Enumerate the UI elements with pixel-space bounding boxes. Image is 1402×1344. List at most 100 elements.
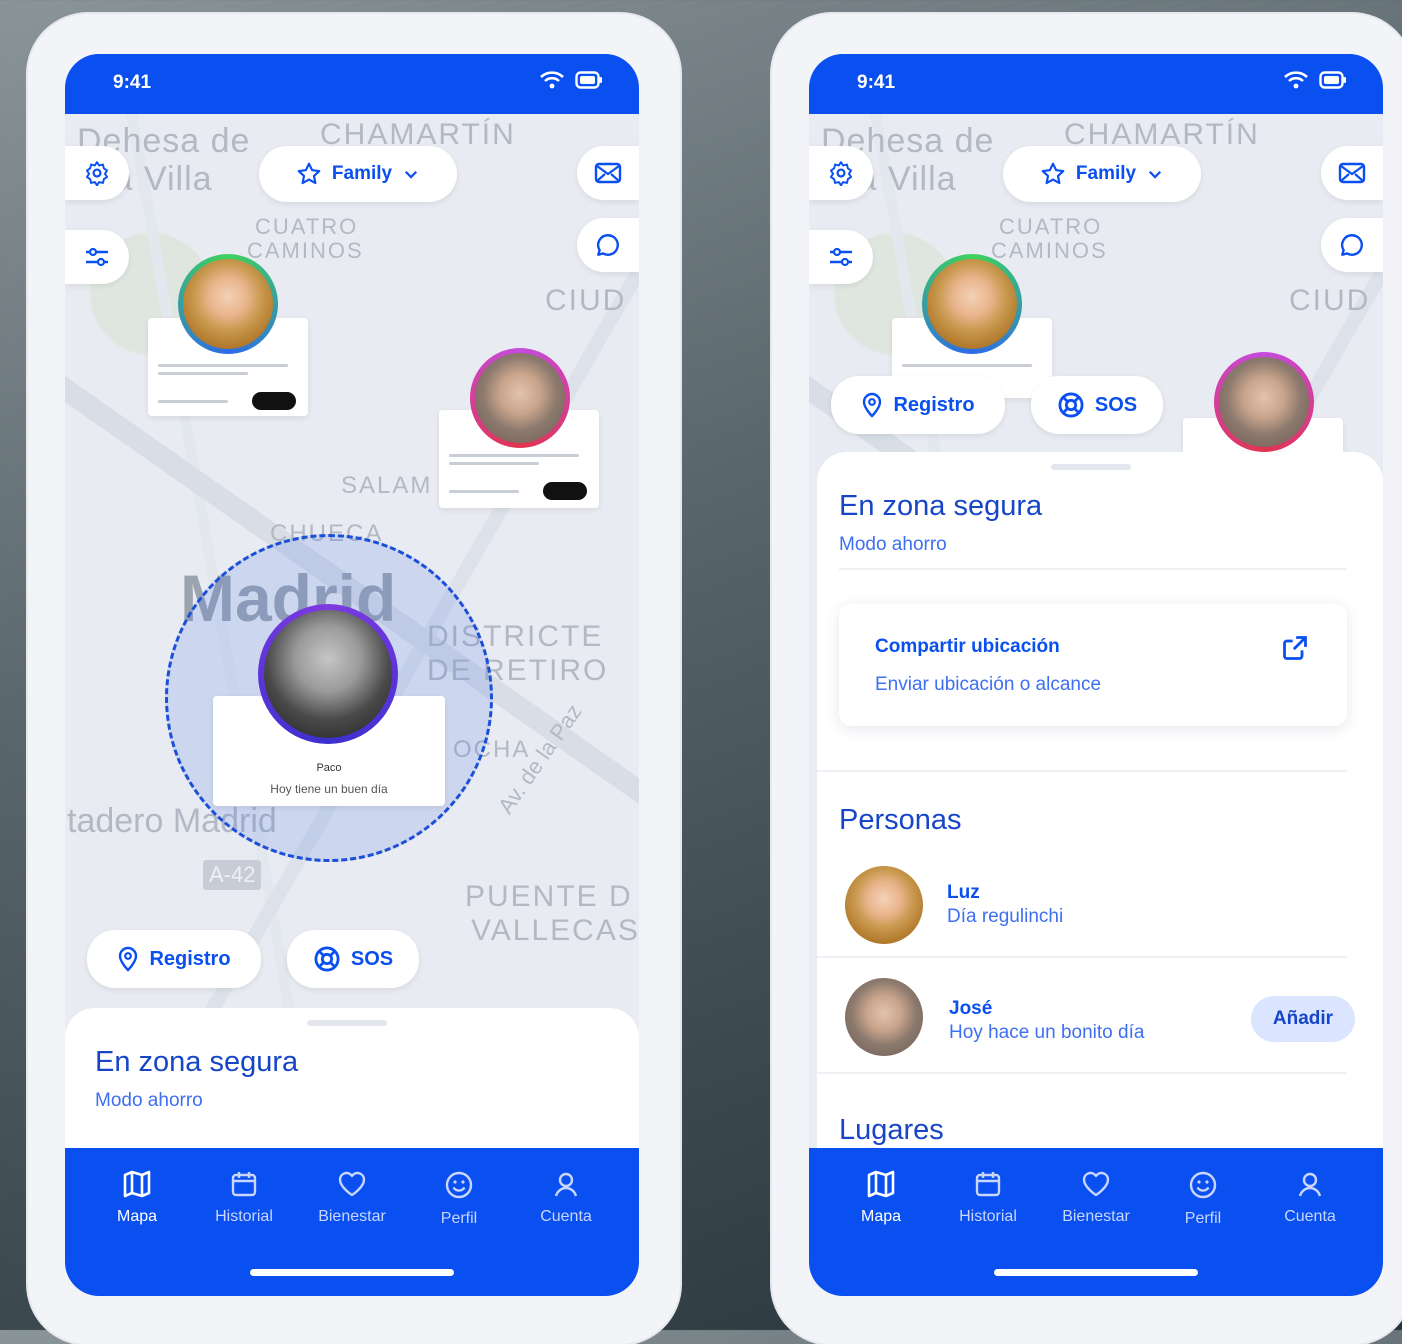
- sheet-subtitle: Modo ahorro: [95, 1090, 203, 1111]
- person-row-jose[interactable]: José Hoy hace un bonito día Añadir: [817, 970, 1383, 1062]
- person-name: Luz: [947, 882, 980, 903]
- sheet-subtitle: Modo ahorro: [839, 534, 947, 555]
- home-indicator: [250, 1269, 454, 1276]
- add-person-button[interactable]: Añadir: [1251, 996, 1355, 1042]
- smile-icon: [445, 1171, 473, 1199]
- phone-right: 9:41 Dehesa de la Villa CHAMARTÍN CUATRO…: [772, 14, 1402, 1344]
- messages-button[interactable]: [577, 146, 639, 200]
- family-selector[interactable]: Family: [1003, 146, 1201, 202]
- registro-button[interactable]: Registro: [831, 376, 1005, 434]
- sos-label: SOS: [1094, 393, 1138, 416]
- tab-label: Bienestar: [1062, 1208, 1130, 1225]
- sliders-icon: [86, 247, 108, 267]
- places-header: Lugares: [839, 1114, 944, 1146]
- settings-button[interactable]: [809, 146, 873, 200]
- map-label: CAMINOS: [247, 238, 364, 263]
- registro-label: Registro: [149, 947, 231, 970]
- map-label: CIUD: [545, 284, 627, 317]
- avatar-jose[interactable]: [1214, 352, 1314, 452]
- tab-bienestar[interactable]: Bienestar: [297, 1170, 407, 1226]
- star-icon: [1041, 162, 1065, 185]
- map-label: SALAM: [341, 472, 433, 499]
- divider: [817, 956, 1347, 958]
- sos-button[interactable]: SOS: [1031, 376, 1163, 434]
- tab-historial[interactable]: Historial: [933, 1170, 1043, 1226]
- registro-label: Registro: [893, 393, 975, 416]
- sheet-title: En zona segura: [95, 1046, 299, 1078]
- sheet-handle[interactable]: [1051, 464, 1131, 470]
- avatar-luz: [845, 866, 923, 944]
- gear-icon: [85, 161, 109, 186]
- tab-mapa[interactable]: Mapa: [826, 1170, 936, 1226]
- family-selector[interactable]: Family: [259, 146, 457, 202]
- smile-icon: [1189, 1171, 1217, 1199]
- external-link-icon[interactable]: [1281, 634, 1309, 662]
- family-label: Family: [1075, 163, 1137, 184]
- mail-icon: [1338, 162, 1366, 184]
- avatar-paco[interactable]: [258, 604, 398, 744]
- divider: [839, 568, 1347, 570]
- screen-map: 9:41 Dehesa de la Villa CHAMARTÍN CUATRO…: [65, 54, 639, 1296]
- map-label: PUENTE D: [465, 880, 633, 913]
- gear-icon: [829, 161, 853, 186]
- tab-label: Perfil: [440, 1210, 478, 1227]
- tab-bienestar[interactable]: Bienestar: [1041, 1170, 1151, 1226]
- avatar-luz[interactable]: [922, 254, 1022, 354]
- tab-label: Historial: [215, 1208, 273, 1225]
- share-location-card[interactable]: Compartir ubicación Enviar ubicación o a…: [839, 604, 1347, 726]
- tab-bar: Mapa Historial Bienestar Perfil Cuenta: [65, 1148, 639, 1296]
- sos-button[interactable]: SOS: [287, 930, 419, 988]
- sliders-icon: [830, 247, 852, 267]
- map-icon: [123, 1170, 151, 1198]
- map-label: CIUD: [1289, 284, 1371, 317]
- map-view[interactable]: Dehesa de la Villa CHAMARTÍN CUATRO CAMI…: [65, 114, 639, 1014]
- registro-button[interactable]: Registro: [87, 930, 261, 988]
- settings-button[interactable]: [65, 146, 129, 200]
- sos-label: SOS: [350, 947, 394, 970]
- sheet-handle[interactable]: [307, 1020, 387, 1026]
- calendar-icon: [231, 1172, 257, 1197]
- tab-cuenta[interactable]: Cuenta: [1255, 1170, 1365, 1226]
- bottom-sheet-expanded[interactable]: En zona segura Modo ahorro Compartir ubi…: [817, 452, 1383, 1172]
- person-status: Día regulinchi: [947, 906, 1064, 927]
- tab-historial[interactable]: Historial: [189, 1170, 299, 1226]
- mail-icon: [594, 162, 622, 184]
- chat-button[interactable]: [1321, 218, 1383, 272]
- calendar-icon: [975, 1172, 1001, 1197]
- filters-button[interactable]: [65, 230, 129, 284]
- person-row-luz[interactable]: Luz Día regulinchi: [817, 858, 1347, 950]
- tab-label: Cuenta: [1284, 1208, 1336, 1225]
- map-label: CUATRO: [999, 214, 1103, 239]
- heart-icon: [338, 1171, 366, 1197]
- tab-label: Perfil: [1184, 1210, 1222, 1227]
- tab-mapa[interactable]: Mapa: [82, 1170, 192, 1226]
- star-icon: [297, 162, 321, 185]
- status-time: 9:41: [113, 72, 152, 93]
- status-time: 9:41: [857, 72, 896, 93]
- chevron-down-icon: [405, 170, 418, 179]
- chat-button[interactable]: [577, 218, 639, 272]
- people-header: Personas: [839, 804, 962, 836]
- tab-bar: Mapa Historial Bienestar Perfil Cuenta: [809, 1148, 1383, 1296]
- person-status: Hoy hace un bonito día: [949, 1022, 1145, 1043]
- avatar-jose[interactable]: [470, 348, 570, 448]
- tab-perfil[interactable]: Perfil: [404, 1170, 514, 1228]
- tab-label: Cuenta: [540, 1208, 592, 1225]
- tab-perfil[interactable]: Perfil: [1148, 1170, 1258, 1228]
- tab-cuenta[interactable]: Cuenta: [511, 1170, 621, 1226]
- filters-button[interactable]: [809, 230, 873, 284]
- messages-button[interactable]: [1321, 146, 1383, 200]
- battery-icon: [575, 71, 602, 89]
- avatar-luz[interactable]: [178, 254, 278, 354]
- paco-status: Hoy tiene un buen día: [270, 782, 388, 796]
- share-subtitle: Enviar ubicación o alcance: [875, 674, 1102, 695]
- chat-icon: [1341, 234, 1363, 256]
- divider: [817, 1072, 1347, 1074]
- map-label: VALLECAS: [471, 914, 639, 947]
- phone-left: 9:41 Dehesa de la Villa CHAMARTÍN CUATRO…: [28, 14, 680, 1344]
- chevron-down-icon: [1149, 170, 1162, 179]
- share-title: Compartir ubicación: [875, 636, 1060, 657]
- lifebuoy-icon: [1058, 392, 1084, 418]
- sheet-title: En zona segura: [839, 490, 1043, 522]
- paco-name: Paco: [316, 762, 342, 774]
